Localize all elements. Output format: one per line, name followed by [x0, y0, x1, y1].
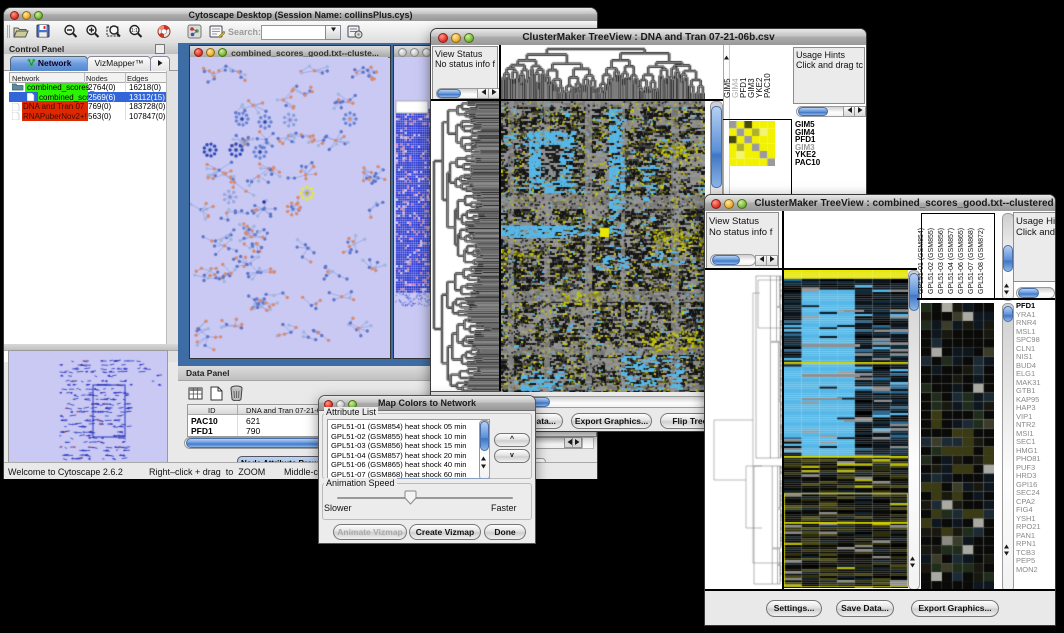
svg-text:1:1: 1:1 — [131, 28, 138, 34]
